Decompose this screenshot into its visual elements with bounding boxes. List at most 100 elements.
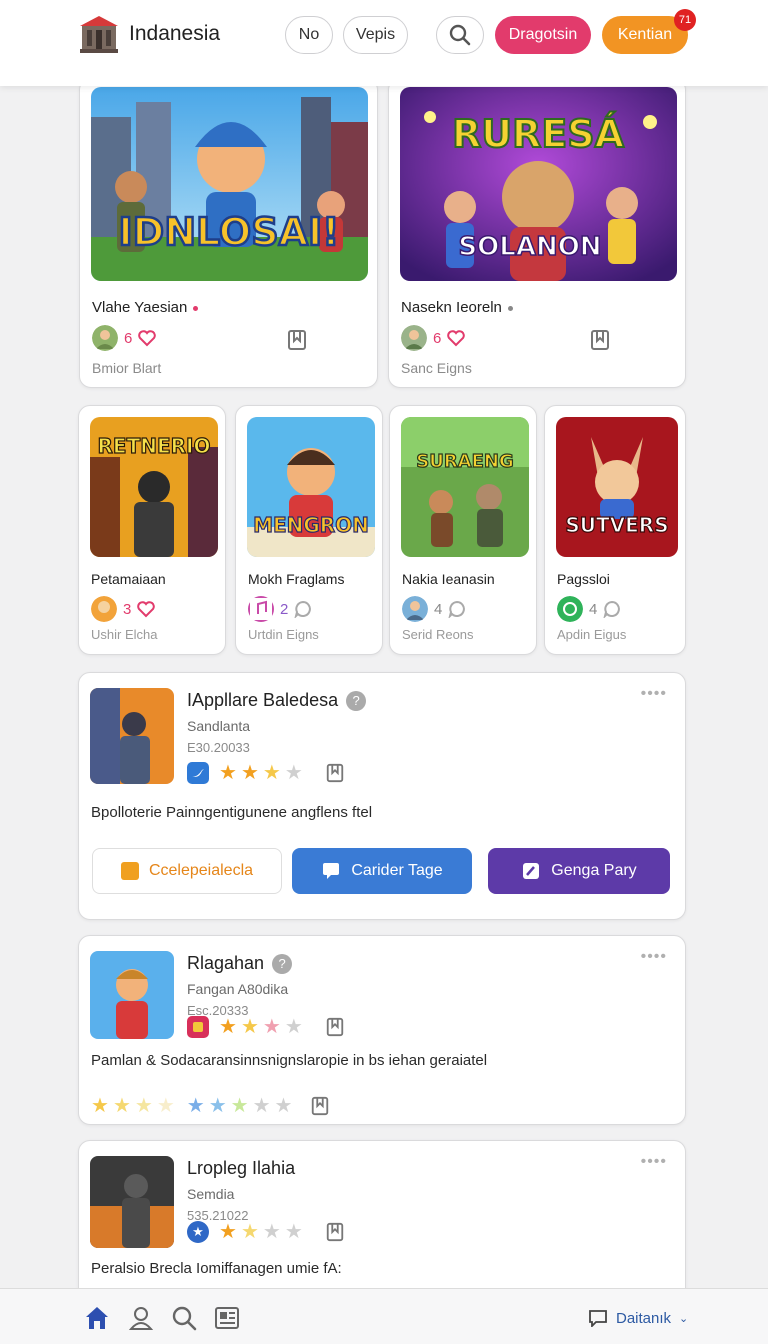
game-thumbnail[interactable]: SUTVERS: [556, 417, 678, 557]
star-icon: ★: [240, 762, 259, 784]
dragotsin-button[interactable]: Dragotsin: [495, 16, 591, 54]
bookmark-icon[interactable]: [325, 1017, 345, 1037]
game-thumbnail[interactable]: MENGRON: [247, 417, 375, 557]
profile-icon[interactable]: [128, 1305, 154, 1331]
app-title: Indanesia: [129, 22, 221, 45]
avatar: [91, 596, 117, 622]
star-icon: ★: [91, 1095, 109, 1117]
app-thumbnail[interactable]: [90, 688, 174, 784]
heart-icon[interactable]: [137, 600, 156, 618]
star-icon: ★: [262, 762, 281, 784]
bookmark-icon[interactable]: [325, 1222, 345, 1242]
app-title: IAppllare Baledesa?: [187, 690, 367, 711]
app-description: Bpolloterie Painngentigunene angflens ft…: [91, 804, 373, 821]
game-card[interactable]: SURAENG Nakia Ieanasin 4 Serid Reons: [389, 405, 537, 655]
game-meta: 2: [248, 596, 312, 622]
star-icon: ★: [262, 1016, 281, 1038]
music-app-icon: [248, 596, 274, 622]
game-name: Vlahe Yaesian: [92, 299, 199, 316]
building-logo-icon[interactable]: [78, 14, 120, 54]
top-bar: Indanesia No Vepis Dragotsin Kentian 71: [0, 0, 768, 86]
game-card[interactable]: RETNERIO Petamaiaan 3 Ushir Elcha: [78, 405, 226, 655]
star-icon: ★: [284, 1221, 303, 1243]
thumbnail-art-text: RURESÁ: [452, 112, 625, 156]
star-icon: ★: [252, 1095, 271, 1117]
game-thumbnail[interactable]: SURAENG: [401, 417, 529, 557]
featured-game-card[interactable]: RURESÁ SOLANON Nasekn Ieoreln 6 Sanc Eig…: [388, 78, 686, 388]
comment-icon[interactable]: [294, 600, 312, 618]
like-count: 2: [280, 600, 289, 618]
star-badge-icon: ★: [187, 1221, 209, 1243]
chat-icon: [323, 863, 340, 879]
notification-badge: 71: [674, 9, 696, 31]
star-icon: ★: [274, 1095, 293, 1117]
bookmark-icon[interactable]: [310, 1096, 330, 1116]
game-subtitle: Ushir Elcha: [91, 627, 158, 642]
more-options-icon[interactable]: ••••: [641, 948, 667, 966]
game-subtitle: Sanc Eigns: [401, 360, 472, 376]
game-subtitle: Apdin Eigus: [557, 627, 627, 642]
star-icon: ★: [134, 1095, 153, 1117]
comment-icon[interactable]: [603, 600, 621, 618]
info-icon[interactable]: ?: [346, 690, 367, 711]
more-options-icon[interactable]: ••••: [641, 1153, 667, 1171]
game-meta: 6: [401, 325, 466, 351]
news-icon[interactable]: [214, 1305, 240, 1331]
more-options-icon[interactable]: ••••: [641, 685, 667, 703]
bookmark-icon[interactable]: [325, 763, 345, 783]
star-icon: ★: [284, 762, 303, 784]
app-list-item[interactable]: Rlagahan? Fangan A80dika Esc.20333 ★ ★ ★…: [78, 935, 686, 1125]
app-list-item[interactable]: IAppllare Baledesa? Sandlanta E30.20033 …: [78, 672, 686, 920]
filter-vepis-button[interactable]: Vepis: [343, 16, 408, 54]
comment-icon[interactable]: [448, 600, 466, 618]
heart-icon[interactable]: [138, 329, 157, 347]
action-button-1[interactable]: Ccelepeialecla: [92, 848, 282, 894]
featured-game-card[interactable]: IDNLOSAI! Vlahe Yaesian 6 Bmior Blart: [79, 78, 378, 388]
game-name: Mokh Fraglams: [248, 571, 345, 587]
chevron-down-icon: ⌄: [679, 1312, 689, 1325]
thumbnail-art-text: MENGRON: [253, 513, 369, 537]
bookmark-icon[interactable]: [287, 329, 307, 351]
game-name: Nakia Ieanasin: [402, 571, 495, 587]
bookmark-icon[interactable]: [590, 329, 610, 351]
star-icon: ★: [240, 1016, 259, 1038]
rating-row: ★ ★ ★ ★ ★: [187, 1221, 345, 1243]
app-thumbnail[interactable]: [90, 1156, 174, 1248]
rating-row: ★ ★ ★ ★: [187, 762, 345, 784]
game-meta: 4: [557, 596, 621, 622]
app-description: Peralsio Brecla Iomiffanagen umie fA:: [91, 1260, 342, 1277]
app-code: E30.20033: [187, 740, 250, 755]
like-count: 3: [123, 600, 132, 618]
search-button[interactable]: [436, 16, 484, 54]
details-dropdown[interactable]: Daitanık ⌄: [588, 1306, 688, 1330]
app-icon: [187, 1016, 209, 1038]
game-thumbnail[interactable]: IDNLOSAI!: [91, 87, 368, 281]
app-subtitle: Fangan A80dika: [187, 981, 289, 997]
avatar: [402, 596, 428, 622]
rating-row: ★ ★ ★ ★: [187, 1016, 345, 1038]
game-name: Pagssloi: [557, 571, 610, 587]
search-icon[interactable]: [171, 1305, 197, 1331]
filter-no-button[interactable]: No: [285, 16, 333, 54]
star-icon: ★: [230, 1095, 249, 1117]
game-thumbnail[interactable]: RURESÁ SOLANON: [400, 87, 677, 281]
star-icon: ★: [219, 1221, 237, 1243]
game-meta: 6: [92, 325, 157, 351]
action-button-2[interactable]: Carider Tage: [292, 848, 472, 894]
game-card[interactable]: SUTVERS Pagssloi 4 Apdin Eigus: [544, 405, 686, 655]
game-thumbnail[interactable]: RETNERIO: [90, 417, 218, 557]
game-subtitle: Urtdin Eigns: [248, 627, 319, 642]
app-thumbnail[interactable]: [90, 951, 174, 1039]
secondary-rating-row: ★ ★ ★ ★ ★ ★ ★ ★ ★: [91, 1095, 330, 1117]
app-description: Pamlan & Sodacaransinnsnignslaropie in b…: [91, 1052, 488, 1069]
game-name: Nasekn Ieoreln: [401, 299, 513, 316]
action-button-3[interactable]: Genga Pary: [488, 848, 670, 894]
thumbnail-art-text: IDNLOSAI!: [119, 210, 340, 254]
heart-icon[interactable]: [447, 329, 466, 347]
game-subtitle: Serid Reons: [402, 627, 474, 642]
game-card[interactable]: MENGRON Mokh Fraglams 2 Urtdin Eigns: [235, 405, 383, 655]
edit-icon: [523, 863, 540, 879]
avatar: [92, 325, 118, 351]
info-icon[interactable]: ?: [272, 953, 293, 974]
home-icon[interactable]: [84, 1305, 110, 1331]
